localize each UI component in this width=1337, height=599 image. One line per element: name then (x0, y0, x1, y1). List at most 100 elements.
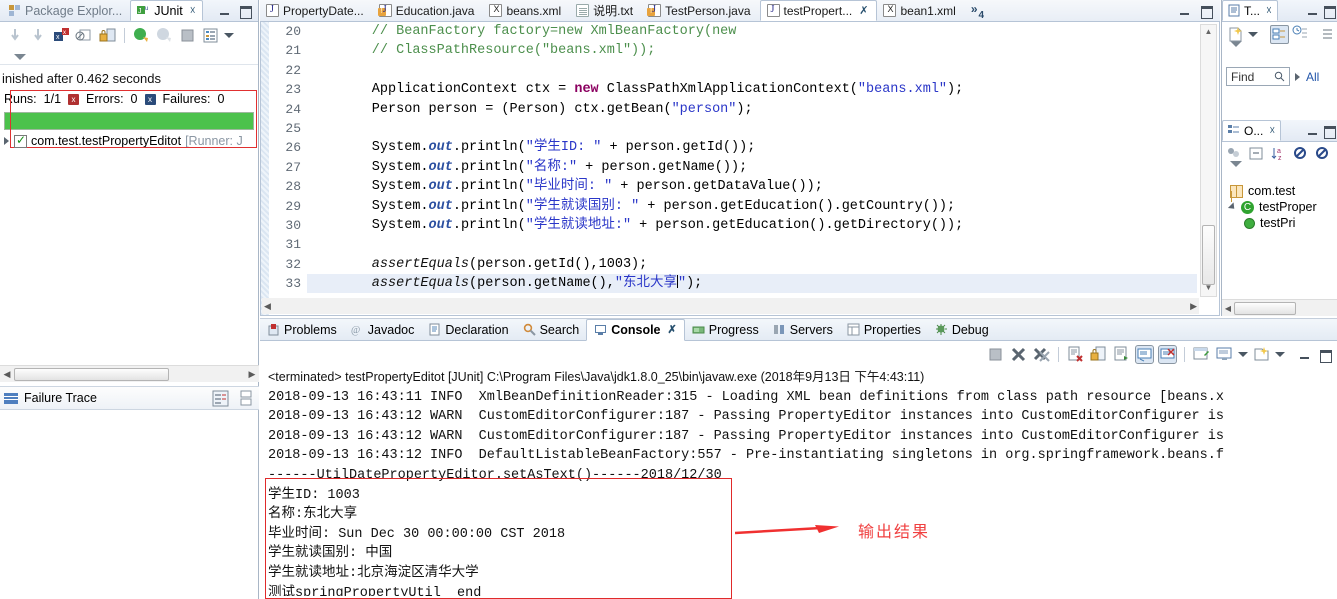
maximize-button[interactable] (1321, 124, 1337, 139)
task-filter-all-label[interactable]: All (1306, 70, 1319, 84)
scroll-thumb[interactable] (14, 367, 169, 381)
minimize-button[interactable] (1177, 4, 1193, 18)
editor-tab--txt[interactable]: 说明.txt (570, 0, 642, 21)
tab-task-list[interactable]: T... ☓ (1222, 0, 1278, 21)
chevron-down-icon[interactable] (1230, 41, 1242, 61)
show-console-on-error-icon[interactable] (1158, 345, 1177, 364)
previous-failure-icon[interactable] (29, 26, 48, 45)
editor-tab-bean1-xml[interactable]: bean1.xml (877, 0, 964, 21)
tab-outline[interactable]: O... ☓ (1222, 120, 1282, 141)
stop-icon[interactable] (178, 26, 197, 45)
junit-horizontal-scrollbar[interactable]: ◀ ▶ (0, 365, 259, 382)
scheduled-presentation-icon[interactable] (1292, 25, 1309, 44)
outline-horizontal-scrollbar[interactable]: ◀ (1222, 299, 1337, 316)
hide-nonpublic-icon[interactable] (1314, 145, 1333, 164)
chevron-down-icon[interactable] (14, 53, 26, 60)
maximize-button[interactable] (1198, 4, 1214, 19)
console-tab-servers[interactable]: Servers (766, 319, 840, 341)
show-failures-only-icon[interactable]: x x (52, 26, 71, 45)
editor-vertical-scrollbar[interactable]: ▲ ▼ (1200, 24, 1217, 297)
code-line[interactable]: System.out.println("学生就读国别: " + person.g… (307, 197, 1197, 216)
outline-item[interactable]: testProper (1222, 199, 1337, 215)
code-line[interactable]: System.out.println("学生ID: " + person.get… (307, 138, 1197, 157)
rerun-test-icon[interactable] (132, 26, 151, 45)
rerun-failed-icon[interactable] (155, 26, 174, 45)
pin-console-icon[interactable] (1192, 345, 1211, 364)
editor-tab-beans-xml[interactable]: beans.xml (483, 0, 570, 21)
display-selected-console-icon[interactable] (1215, 345, 1234, 364)
code-line[interactable] (307, 235, 1197, 254)
editor-tab-testpropert-[interactable]: testPropert... ✗ (759, 0, 878, 21)
word-wrap-icon[interactable] (1112, 345, 1131, 364)
maximize-button[interactable] (237, 4, 253, 19)
show-console-on-output-icon[interactable] (1135, 345, 1154, 364)
code-line[interactable] (307, 119, 1197, 138)
scroll-left-arrow-icon[interactable]: ◀ (1222, 304, 1234, 313)
next-failure-icon[interactable] (6, 26, 25, 45)
code-line[interactable]: assertEquals(person.getId(),1003); (307, 255, 1197, 274)
code-line[interactable] (307, 61, 1197, 80)
outline-collapse-bar[interactable] (1222, 161, 1337, 183)
hide-static-icon[interactable] (1292, 145, 1311, 164)
close-icon[interactable]: ✗ (859, 4, 868, 17)
console-select-chevron-down-icon[interactable] (1238, 352, 1248, 357)
maximize-button[interactable] (1317, 348, 1333, 363)
code-line[interactable]: System.out.println("学生就读地址:" + person.ge… (307, 216, 1197, 235)
scroll-down-arrow-icon[interactable]: ▼ (1203, 283, 1214, 294)
console-tab-search[interactable]: Search (516, 319, 587, 341)
open-console-chevron-down-icon[interactable] (1275, 352, 1285, 357)
junit-collapse-bar[interactable] (0, 49, 258, 65)
remove-all-launches-icon[interactable] (1032, 345, 1051, 364)
code-text[interactable]: // BeanFactory factory=new XmlBeanFactor… (307, 22, 1197, 315)
task-list-collapse-bar[interactable] (1222, 41, 1337, 63)
remove-launch-icon[interactable] (1009, 345, 1028, 364)
open-console-icon[interactable] (1252, 345, 1271, 364)
lock-session-icon[interactable] (98, 26, 117, 45)
close-icon[interactable]: ✗ (668, 323, 677, 336)
tab-package-explorer[interactable]: Package Explor... (0, 4, 130, 18)
expand-arrow-icon[interactable] (4, 137, 9, 145)
terminate-icon[interactable] (986, 345, 1005, 364)
minimize-button[interactable] (1297, 348, 1313, 362)
console-tab-javadoc[interactable]: @ Javadoc (344, 319, 422, 341)
tab-junit[interactable]: J u JUnit ☓ (130, 0, 203, 21)
outline-item[interactable]: com.test (1222, 183, 1337, 199)
close-icon[interactable]: ☓ (1269, 124, 1275, 137)
outline-item[interactable]: testPri (1222, 215, 1337, 231)
close-icon[interactable]: ☓ (190, 4, 196, 17)
minimize-button[interactable] (1305, 124, 1321, 138)
minimize-button[interactable] (1305, 4, 1321, 18)
scroll-lock-icon[interactable] (1089, 345, 1108, 364)
scroll-thumb[interactable] (1234, 301, 1296, 315)
code-line[interactable]: // ClassPathResource("beans.xml")); (307, 41, 1197, 60)
find-input[interactable]: Find (1226, 67, 1290, 86)
new-task-chevron-down-icon[interactable] (1248, 32, 1258, 37)
sort-alphabetically-icon[interactable]: a z (1270, 145, 1289, 164)
scroll-left-arrow-icon[interactable]: ◀ (0, 369, 14, 380)
editor-tab-overflow[interactable]: » 4 (965, 0, 993, 21)
scroll-left-arrow-icon[interactable]: ◀ (264, 301, 271, 312)
hide-fields-icon[interactable] (1248, 145, 1267, 164)
scroll-lock-icon[interactable] (75, 26, 94, 45)
console-tab-properties[interactable]: Properties (840, 319, 928, 341)
console-tab-console[interactable]: Console ✗ (586, 318, 685, 341)
scroll-thumb[interactable] (1202, 225, 1215, 285)
editor-tab-education-java[interactable]: Education.java (373, 0, 484, 21)
scroll-up-arrow-icon[interactable]: ▲ (1203, 27, 1214, 38)
view-menu-list-icon[interactable] (201, 26, 220, 45)
minimize-button[interactable] (217, 4, 233, 18)
scroll-right-arrow-icon[interactable]: ▶ (1190, 301, 1197, 312)
scroll-right-arrow-icon[interactable]: ▶ (245, 369, 259, 380)
console-tab-declaration[interactable]: Declaration (421, 319, 515, 341)
code-area[interactable]: 20 21 22 23 24 25 26 27 28 29 30 31 32 33 // BeanFact… (260, 22, 1220, 316)
console-output[interactable]: <terminated> testPropertyEditot [JUnit] … (260, 368, 1337, 596)
collapse-all-icon[interactable] (1226, 145, 1245, 164)
code-line[interactable]: // BeanFactory factory=new XmlBeanFactor… (307, 22, 1197, 41)
failure-trace-compare-icon[interactable] (236, 389, 255, 408)
categorized-presentation-icon[interactable] (1270, 25, 1289, 44)
clear-console-icon[interactable] (1066, 345, 1085, 364)
console-tab-problems[interactable]: Problems (260, 319, 344, 341)
view-menu-chevron-down-icon[interactable] (224, 33, 234, 38)
expand-arrow-icon[interactable] (1227, 202, 1238, 212)
all-expand-arrow-icon[interactable] (1295, 72, 1300, 81)
